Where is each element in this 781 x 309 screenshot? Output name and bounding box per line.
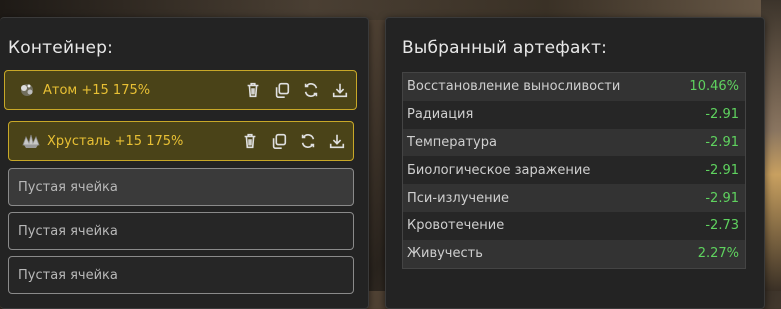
artifact-title: Выбранный артефакт: bbox=[402, 38, 608, 58]
stat-value: -2.91 bbox=[705, 190, 739, 206]
stat-name: Радиация bbox=[407, 107, 474, 123]
stat-row: Живучесть 2.27% bbox=[403, 239, 745, 268]
stat-value: -2.91 bbox=[705, 134, 739, 150]
stat-name: Пси-излучение bbox=[407, 190, 510, 206]
stat-name: Биологическое заражение bbox=[407, 162, 591, 178]
slot-label: Атом +15 175% bbox=[43, 82, 151, 98]
stat-value: -2.91 bbox=[705, 162, 739, 178]
stat-row: Пси-излучение -2.91 bbox=[403, 184, 745, 212]
stat-row: Температура -2.91 bbox=[403, 128, 745, 157]
stat-name: Живучесть bbox=[407, 246, 483, 262]
crystal-artifact-icon bbox=[21, 131, 41, 151]
stat-name: Кровотечение bbox=[407, 218, 505, 234]
artifact-stats-table: Восстановление выносливости 10.46% Радиа… bbox=[402, 72, 746, 269]
refresh-icon[interactable] bbox=[301, 80, 321, 100]
container-title: Контейнер: bbox=[8, 38, 114, 58]
copy-icon[interactable] bbox=[269, 131, 289, 151]
stat-name: Температура bbox=[407, 134, 497, 150]
selected-artifact-panel: Выбранный артефакт: Восстановление вынос… bbox=[385, 17, 765, 309]
copy-icon[interactable] bbox=[272, 80, 292, 100]
atom-artifact-icon bbox=[17, 80, 37, 100]
stat-row: Радиация -2.91 bbox=[403, 100, 745, 129]
slot-label: Хрусталь +15 175% bbox=[47, 133, 184, 149]
container-slot-1[interactable]: Атом +15 175% bbox=[4, 70, 357, 110]
download-icon[interactable] bbox=[330, 80, 350, 100]
stat-value: 10.46% bbox=[689, 79, 739, 95]
delete-icon[interactable] bbox=[240, 131, 260, 151]
slot-label: Пустая ячейка bbox=[18, 179, 118, 195]
slot-actions bbox=[243, 71, 350, 109]
container-slot-3[interactable]: Пустая ячейка bbox=[8, 168, 354, 206]
slot-label: Пустая ячейка bbox=[18, 267, 118, 283]
container-slot-5[interactable]: Пустая ячейка bbox=[8, 256, 354, 294]
refresh-icon[interactable] bbox=[298, 131, 318, 151]
stat-value: -2.73 bbox=[705, 218, 739, 234]
stat-value: -2.91 bbox=[705, 107, 739, 123]
delete-icon[interactable] bbox=[243, 80, 263, 100]
stat-row: Восстановление выносливости 10.46% bbox=[403, 73, 745, 101]
slot-actions bbox=[240, 122, 347, 160]
download-icon[interactable] bbox=[327, 131, 347, 151]
container-slot-2[interactable]: Хрусталь +15 175% bbox=[8, 121, 354, 161]
container-slot-4[interactable]: Пустая ячейка bbox=[8, 212, 354, 250]
stat-row: Биологическое заражение -2.91 bbox=[403, 156, 745, 185]
stat-value: 2.27% bbox=[697, 246, 739, 262]
stat-name: Восстановление выносливости bbox=[407, 79, 621, 95]
container-panel: Контейнер: Атом +15 175% Хрусталь +15 17… bbox=[0, 17, 369, 309]
stat-row: Кровотечение -2.73 bbox=[403, 211, 745, 240]
slot-label: Пустая ячейка bbox=[18, 223, 118, 239]
